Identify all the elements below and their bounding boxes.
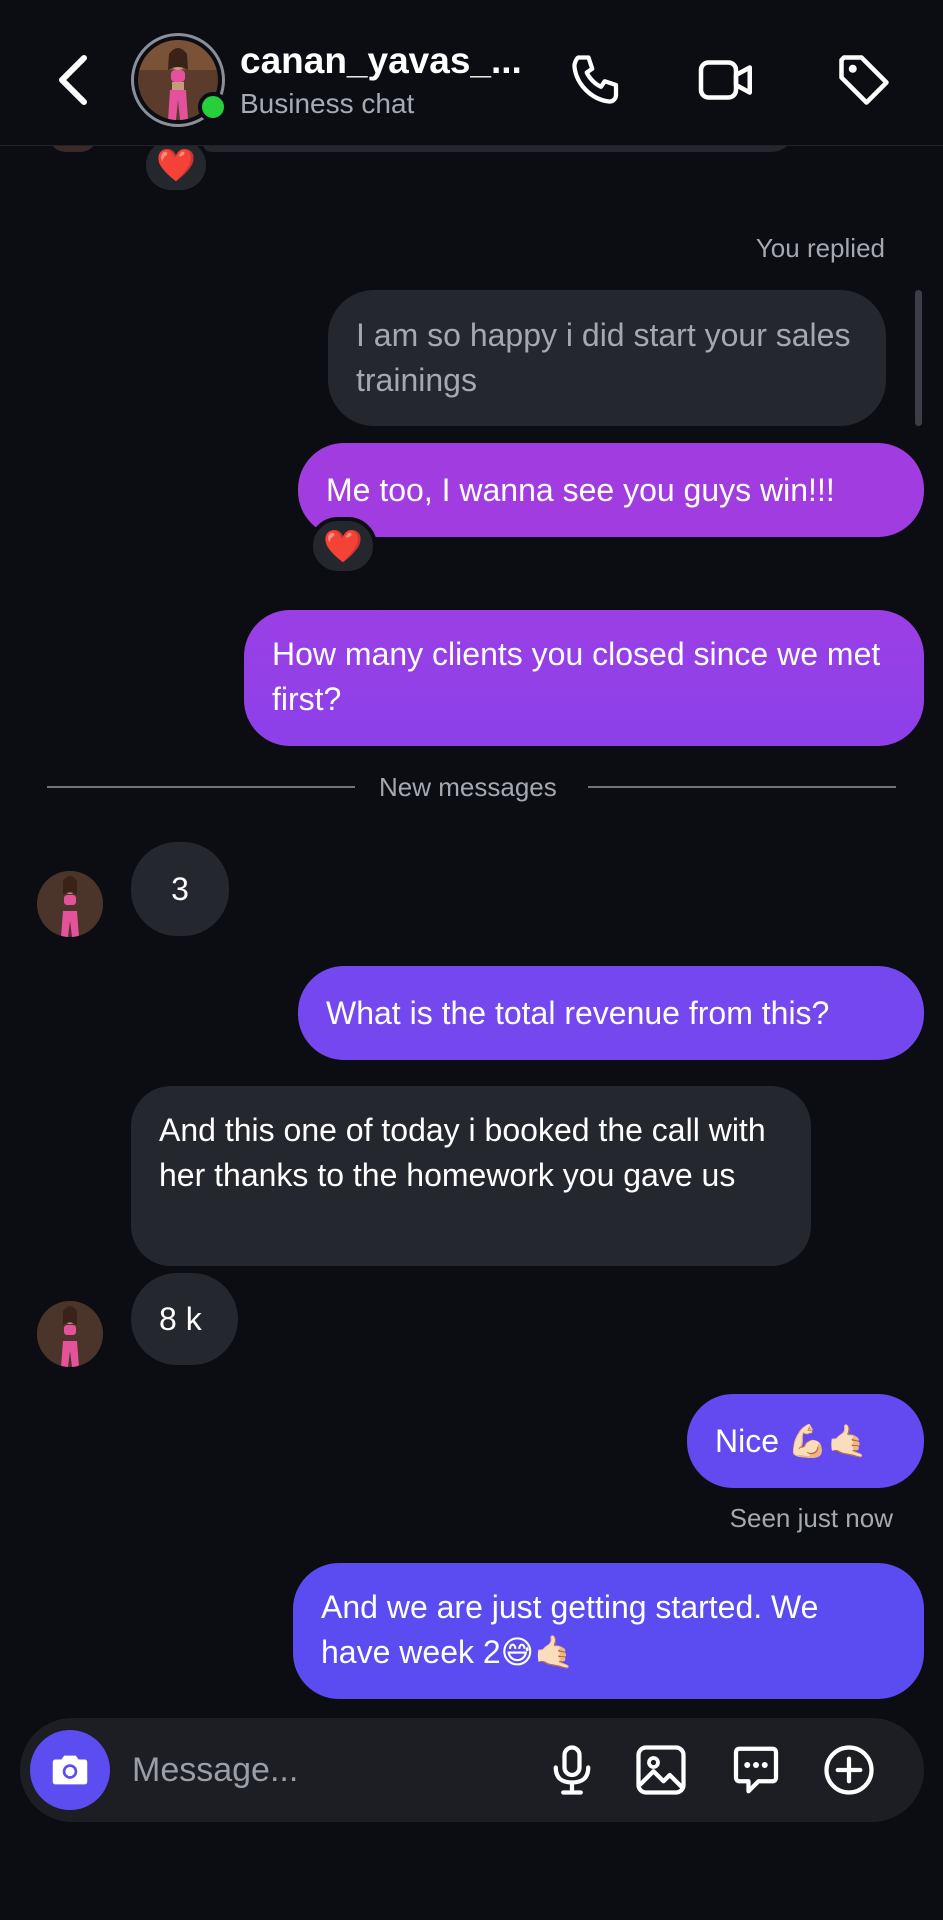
new-messages-divider-right [588, 786, 896, 788]
plus-icon [824, 1745, 874, 1795]
you-replied-label: You replied [755, 233, 885, 263]
gallery-icon [636, 1745, 686, 1795]
new-messages-label: New messages [379, 772, 557, 802]
camera-icon [52, 1755, 88, 1785]
scrollbar[interactable] [915, 290, 922, 426]
microphone-icon [553, 1745, 591, 1795]
tag-button[interactable] [834, 50, 894, 110]
message-thread[interactable]: ❤️ You replied I am so happy i did start… [0, 128, 943, 1706]
chat-options-icon [733, 1746, 779, 1794]
message-bubble-incoming[interactable]: 3 [131, 842, 229, 936]
chat-title[interactable]: canan_yavas_... [240, 40, 522, 82]
chat-options-button[interactable] [726, 1740, 786, 1800]
tag-icon [839, 55, 889, 105]
sender-avatar[interactable] [37, 871, 103, 937]
video-call-button[interactable] [696, 50, 756, 110]
phone-icon [572, 55, 619, 104]
sender-avatar[interactable] [37, 1301, 103, 1367]
chat-screen: canan_yavas_... Business chat ❤️ You rep… [0, 0, 943, 1920]
camera-button[interactable] [30, 1730, 110, 1810]
profile-avatar[interactable] [131, 33, 228, 127]
message-bubble-incoming[interactable]: And this one of today i booked the call … [131, 1086, 811, 1266]
message-bubble-outgoing[interactable]: What is the total revenue from this? [298, 966, 924, 1060]
seen-status: Seen just now [729, 1503, 893, 1533]
message-composer [20, 1718, 924, 1822]
message-bubble-outgoing[interactable]: Me too, I wanna see you guys win!!! [298, 443, 924, 537]
online-status-indicator [198, 92, 228, 122]
new-messages-divider-left [47, 786, 355, 788]
message-bubble-outgoing[interactable]: How many clients you closed since we met… [244, 610, 924, 746]
voice-message-button[interactable] [542, 1740, 602, 1800]
message-input[interactable] [132, 1748, 432, 1792]
chat-subtitle: Business chat [240, 88, 415, 119]
gallery-button[interactable] [631, 1740, 691, 1800]
message-bubble-outgoing[interactable]: Nice 💪🏻🤙🏻 [687, 1394, 924, 1488]
message-reaction[interactable]: ❤️ [309, 517, 377, 575]
more-actions-button[interactable] [819, 1740, 879, 1800]
chat-header: canan_yavas_... Business chat [0, 0, 943, 146]
back-button[interactable] [52, 50, 96, 110]
message-bubble-outgoing[interactable]: And we are just getting started. We have… [293, 1563, 924, 1699]
message-bubble-incoming[interactable]: 8 k [131, 1273, 238, 1365]
quoted-message[interactable]: I am so happy i did start your sales tra… [328, 290, 886, 426]
video-icon [698, 60, 752, 100]
back-icon [59, 55, 87, 105]
voice-call-button[interactable] [566, 50, 626, 110]
